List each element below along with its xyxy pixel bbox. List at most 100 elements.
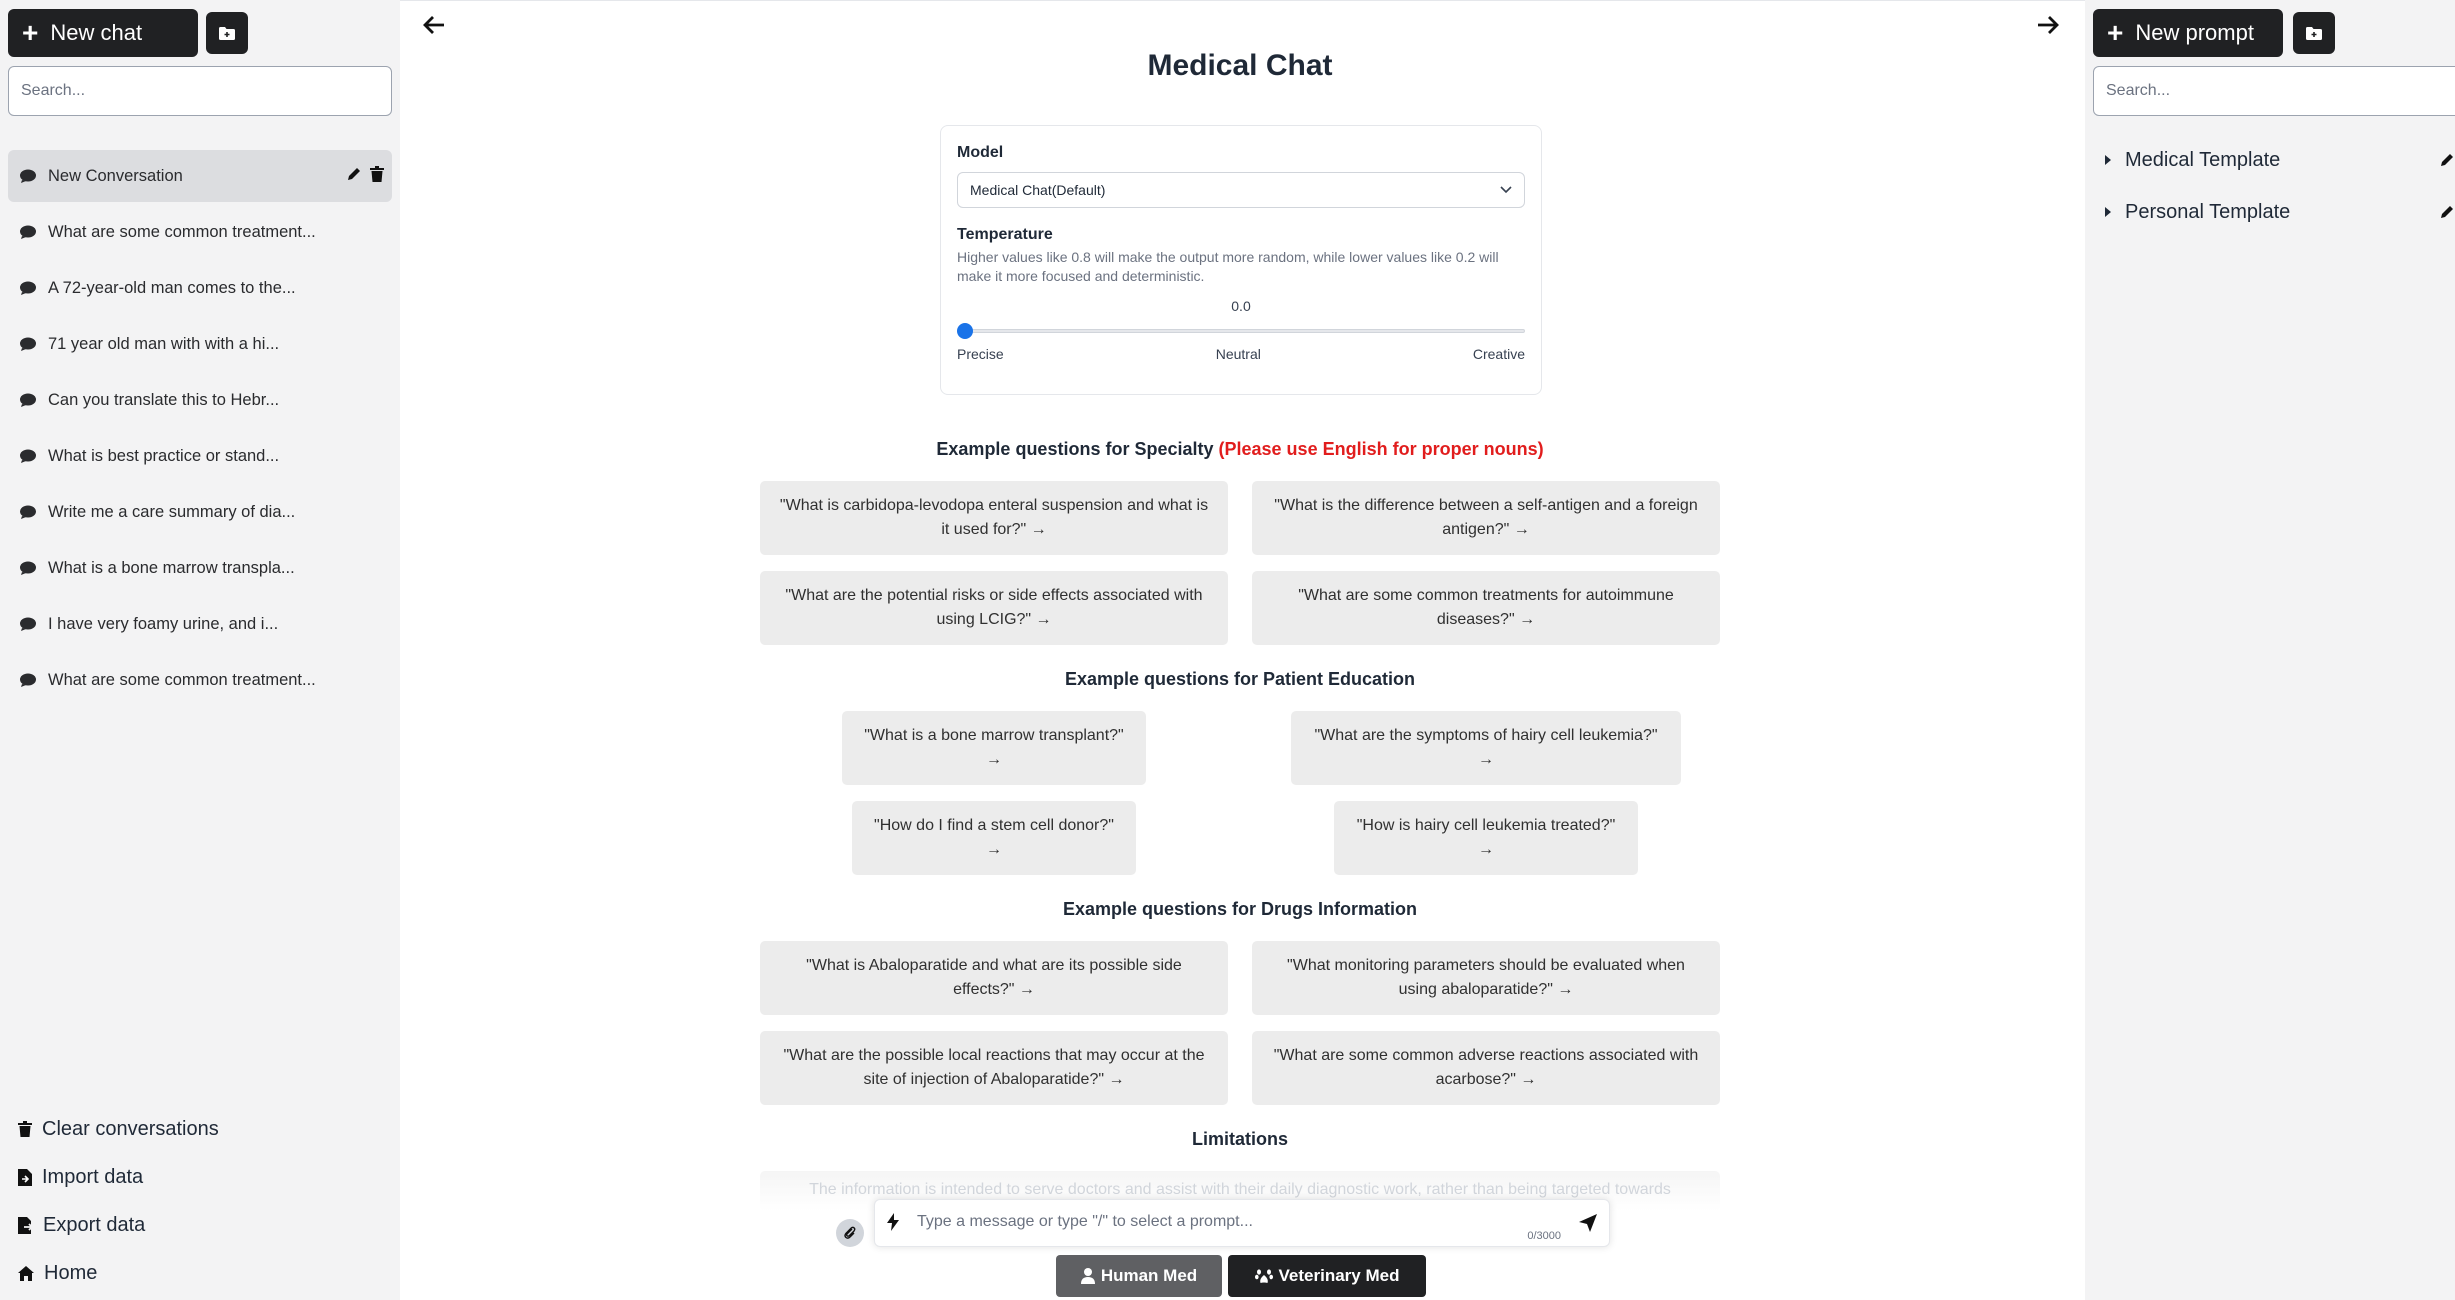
- conversation-item[interactable]: A 72-year-old man comes to the...: [8, 262, 392, 314]
- slider-thumb[interactable]: [957, 323, 973, 339]
- file-export-icon: [18, 1216, 33, 1234]
- temperature-slider[interactable]: [957, 320, 1525, 342]
- drugs-question-button[interactable]: "What are some common adverse reactions …: [1252, 1031, 1720, 1105]
- specialty-question-button[interactable]: "What are some common treatments for aut…: [1252, 571, 1720, 645]
- home-button[interactable]: Home: [18, 1249, 388, 1297]
- temperature-label: Temperature: [957, 226, 1053, 243]
- bolt-icon[interactable]: [887, 1213, 899, 1231]
- chevron-down-icon: [1500, 186, 1512, 194]
- prompt-folder-medical-template[interactable]: Medical Template: [2105, 134, 2455, 186]
- pencil-icon[interactable]: [2439, 204, 2455, 220]
- chat-bubble-icon: [20, 505, 36, 519]
- conversation-title: Can you translate this to Hebr...: [48, 390, 280, 409]
- attach-button[interactable]: [836, 1219, 864, 1247]
- caret-right-icon: [2105, 207, 2111, 217]
- patient-education-question-button[interactable]: "What is a bone marrow transplant?" →: [842, 711, 1146, 785]
- human-med-button[interactable]: Human Med: [1056, 1255, 1222, 1297]
- conversation-title: I have very foamy urine, and i...: [48, 614, 279, 633]
- pencil-icon[interactable]: [2439, 152, 2455, 168]
- export-data-button[interactable]: Export data: [18, 1201, 388, 1249]
- conversation-title: A 72-year-old man comes to the...: [48, 278, 296, 297]
- proper-nouns-note: (Please use English for proper nouns): [1218, 439, 1544, 459]
- paw-icon: [1254, 1269, 1273, 1283]
- file-import-icon: [18, 1168, 32, 1186]
- conversation-item[interactable]: What are some common treatment...: [8, 206, 392, 258]
- chat-input-placeholder: Type a message or type "/" to select a p…: [917, 1213, 1253, 1230]
- conversation-item[interactable]: What is a bone marrow transpla...: [8, 542, 392, 594]
- chat-bubble-icon: [20, 169, 36, 183]
- chat-bubble-icon: [20, 673, 36, 687]
- new-prompt-label: New prompt: [2135, 20, 2254, 45]
- main-panel: Medical Chat Model Medical Chat(Default)…: [400, 0, 2085, 1300]
- conversation-title: What are some common treatment...: [48, 222, 316, 241]
- patient-education-question-button[interactable]: "How is hairy cell leukemia treated?" →: [1334, 801, 1638, 875]
- user-doctor-icon: [1080, 1268, 1095, 1284]
- slider-label-creative: Creative: [1472, 346, 1525, 362]
- prompt-search-input[interactable]: Search...: [2093, 66, 2455, 116]
- chat-bubble-icon: [20, 225, 36, 239]
- model-label: Model: [957, 144, 1004, 161]
- model-select[interactable]: Medical Chat(Default): [957, 172, 1525, 208]
- specialty-question-button[interactable]: "What are the potential risks or side ef…: [760, 571, 1228, 645]
- slider-label-precise: Precise: [957, 346, 1004, 362]
- right-sidebar: + New prompt Search... Medical Template …: [2085, 0, 2455, 1300]
- new-prompt-folder-button[interactable]: [2293, 12, 2335, 54]
- pencil-icon[interactable]: [346, 166, 362, 182]
- new-prompt-button[interactable]: + New prompt: [2093, 9, 2283, 57]
- conversation-list: New Conversation What are some common tr…: [8, 150, 392, 710]
- conversation-item[interactable]: 71 year old man with with a hi...: [8, 318, 392, 370]
- temperature-value: 0.0: [1231, 298, 1251, 314]
- specialty-question-button[interactable]: "What is the difference between a self-a…: [1252, 481, 1720, 555]
- slider-labels: Precise Neutral Creative: [957, 346, 1525, 362]
- folder-plus-icon: [2306, 26, 2322, 40]
- paperclip-icon: [844, 1226, 856, 1239]
- conversation-item[interactable]: What is best practice or stand...: [8, 430, 392, 482]
- patient-education-question-button[interactable]: "How do I find a stem cell donor?" →: [852, 801, 1136, 875]
- arrow-right-icon: [2038, 16, 2059, 34]
- import-data-button[interactable]: Import data: [18, 1153, 388, 1201]
- trash-icon[interactable]: [370, 166, 384, 182]
- conversation-title: What is best practice or stand...: [48, 446, 280, 465]
- new-chat-button[interactable]: + New chat: [8, 9, 198, 57]
- conversation-item[interactable]: What are some common treatment...: [8, 654, 392, 706]
- prompt-folder-personal-template[interactable]: Personal Template: [2105, 186, 2455, 238]
- drugs-question-button[interactable]: "What monitoring parameters should be ev…: [1252, 941, 1720, 1015]
- conversation-item[interactable]: I have very foamy urine, and i...: [8, 598, 392, 650]
- chat-bubble-icon: [20, 561, 36, 575]
- collapse-left-sidebar-button[interactable]: [416, 7, 452, 43]
- slider-track: [957, 329, 1525, 333]
- drugs-information-heading: Example questions for Drugs Information: [1062, 899, 1418, 919]
- plus-icon: +: [2107, 17, 2124, 48]
- limitations-heading: Limitations: [1191, 1129, 1288, 1149]
- new-folder-button[interactable]: [206, 12, 248, 54]
- drugs-question-button[interactable]: "What is Abaloparatide and what are its …: [760, 941, 1228, 1015]
- new-chat-label: New chat: [50, 20, 143, 45]
- conversation-title: Write me a care summary of dia...: [48, 502, 296, 521]
- caret-right-icon: [2105, 155, 2111, 165]
- conversation-title: New Conversation: [48, 166, 183, 185]
- patient-education-heading: Example questions for Patient Education: [1064, 669, 1416, 689]
- patient-education-question-button[interactable]: "What are the symptoms of hairy cell leu…: [1291, 711, 1681, 785]
- chat-bubble-icon: [20, 617, 36, 631]
- clear-conversations-button[interactable]: Clear conversations: [18, 1105, 388, 1153]
- temperature-description: Higher values like 0.8 will make the out…: [957, 249, 1499, 284]
- conversation-actions: [346, 166, 384, 182]
- veterinary-med-button[interactable]: Veterinary Med: [1228, 1255, 1426, 1297]
- conversation-item-active[interactable]: New Conversation: [8, 150, 392, 202]
- conversation-search-input[interactable]: Search...: [8, 66, 392, 116]
- send-icon[interactable]: [1579, 1214, 1597, 1232]
- collapse-right-sidebar-button[interactable]: [2030, 7, 2066, 43]
- model-select-value: Medical Chat(Default): [970, 182, 1106, 198]
- character-counter: 0/3000: [1527, 1230, 1561, 1242]
- chat-bubble-icon: [20, 281, 36, 295]
- drugs-question-button[interactable]: "What are the possible local reactions t…: [760, 1031, 1228, 1105]
- chat-bubble-icon: [20, 393, 36, 407]
- conversation-item[interactable]: Write me a care summary of dia...: [8, 486, 392, 538]
- conversation-title: 71 year old man with with a hi...: [48, 334, 280, 353]
- model-settings-card: Model Medical Chat(Default) Temperature …: [940, 125, 1542, 395]
- chat-input[interactable]: Type a message or type "/" to select a p…: [874, 1199, 1610, 1247]
- conversation-title: What is a bone marrow transpla...: [48, 558, 295, 577]
- page-title: Medical Chat: [1147, 49, 1333, 82]
- specialty-question-button[interactable]: "What is carbidopa-levodopa enteral susp…: [760, 481, 1228, 555]
- conversation-item[interactable]: Can you translate this to Hebr...: [8, 374, 392, 426]
